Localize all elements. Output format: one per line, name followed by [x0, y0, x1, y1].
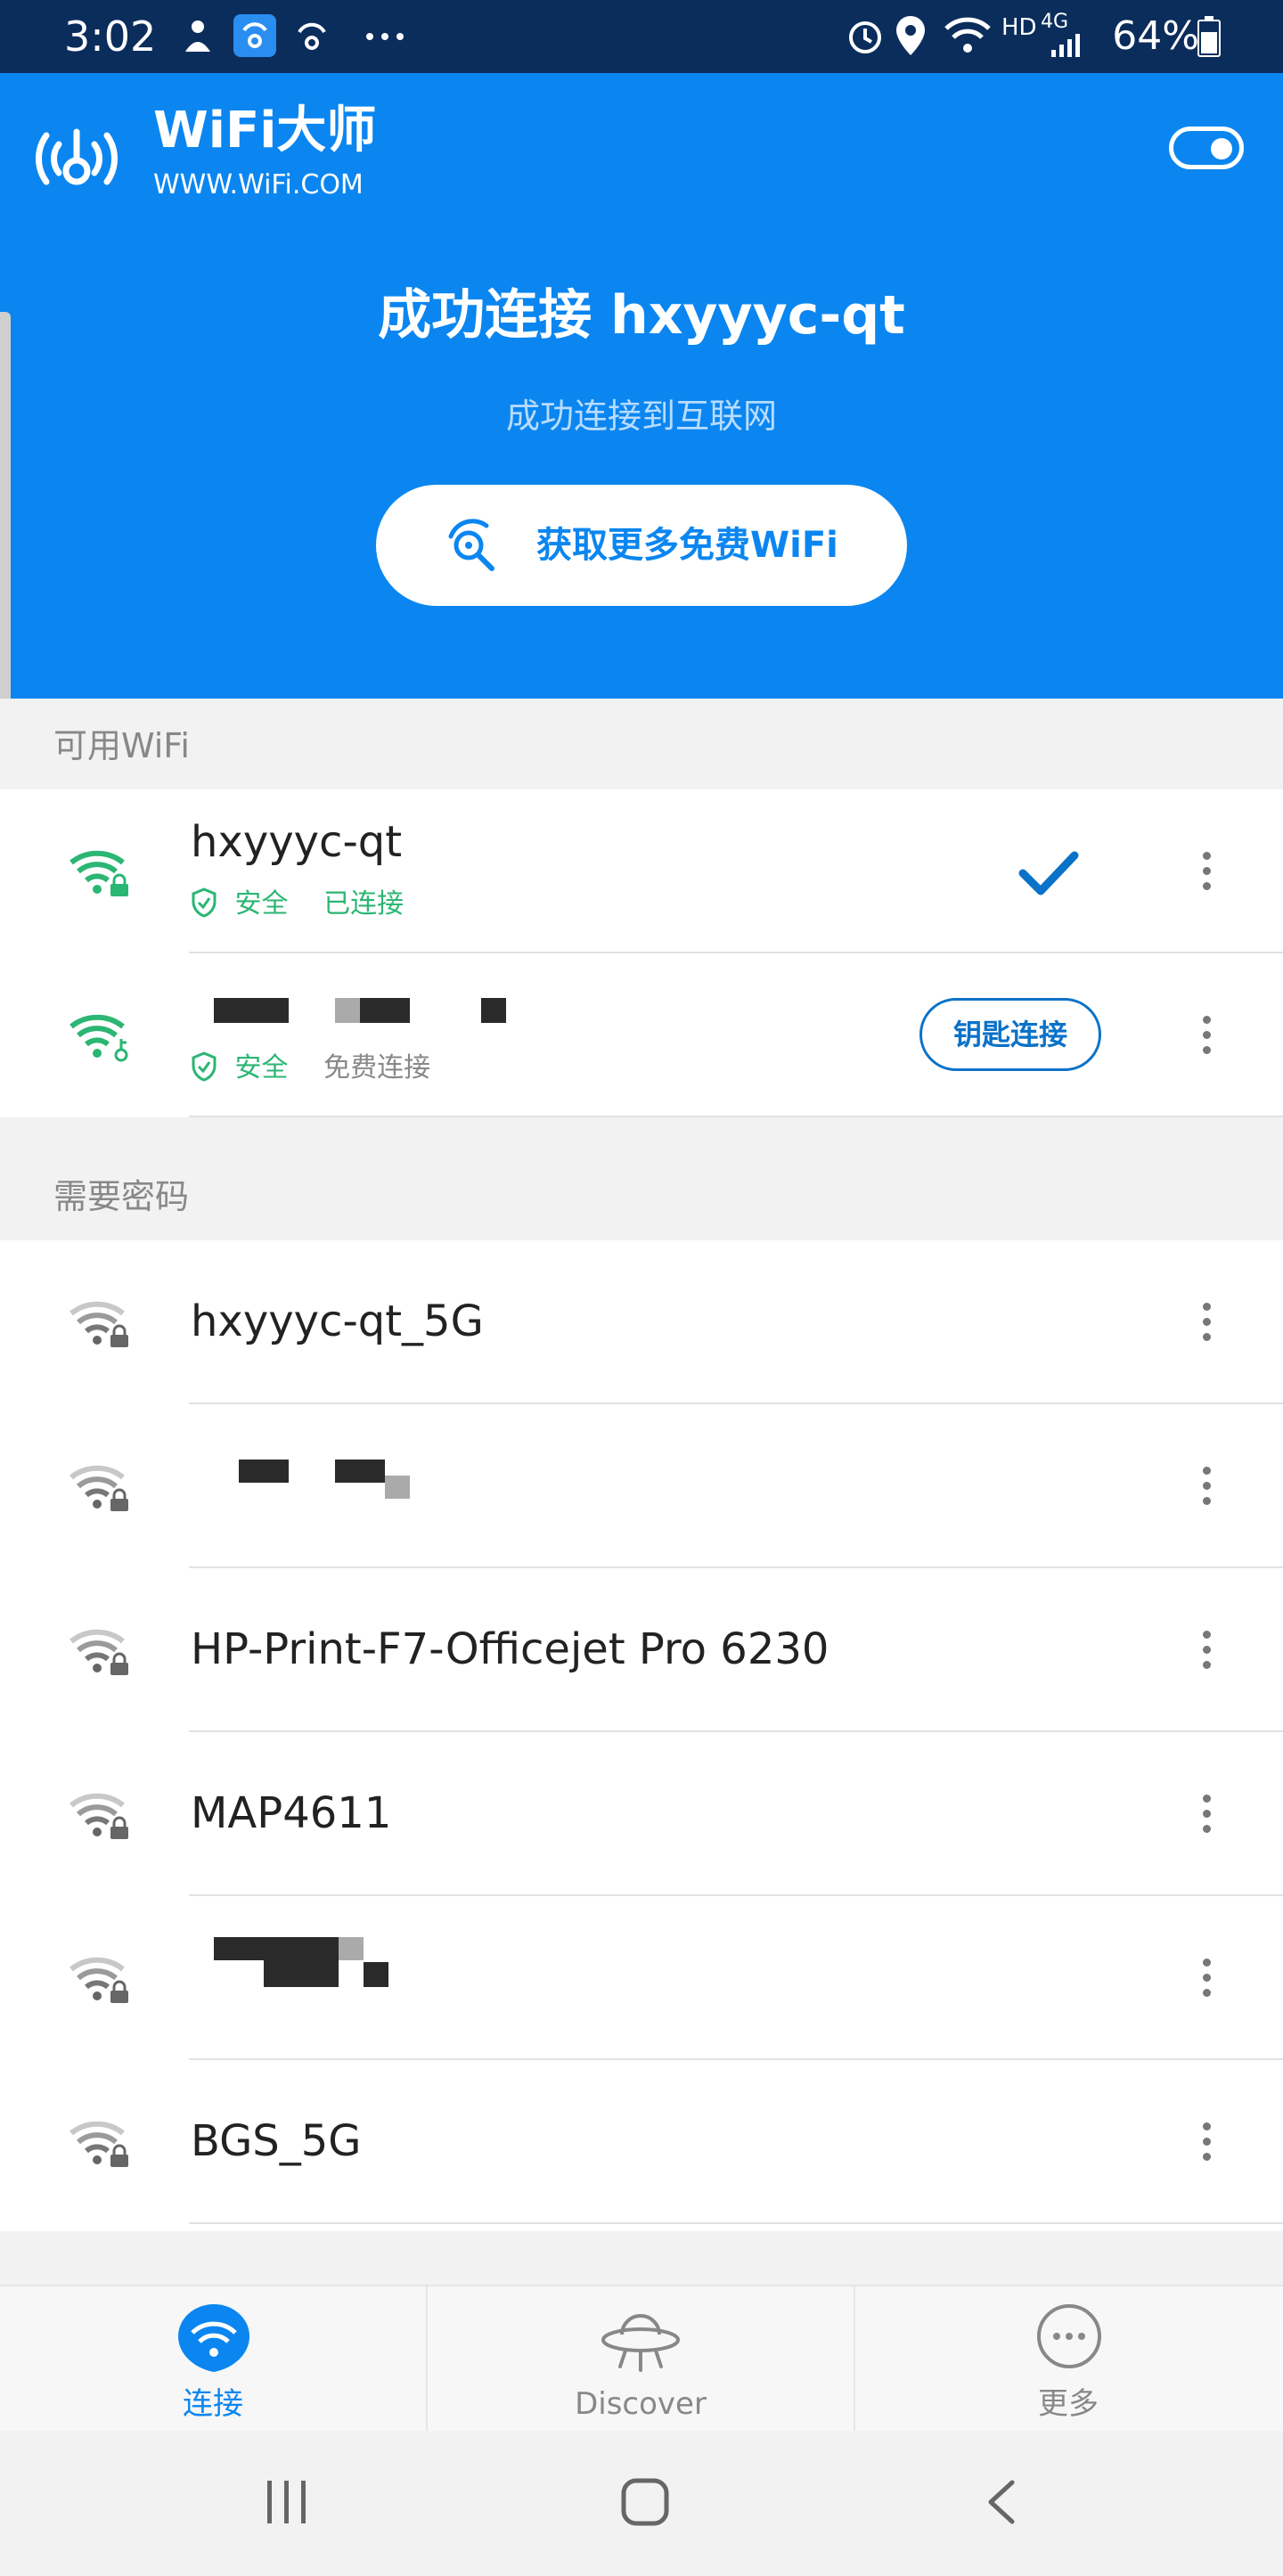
nav-connect[interactable]: 连接	[0, 2286, 426, 2433]
wifi-row-locked[interactable]: BGS_5G	[0, 2060, 1283, 2224]
wifi-lock-green-icon	[69, 850, 128, 896]
more-options-icon[interactable]	[1189, 1460, 1224, 1513]
redacted-ssid	[214, 1937, 264, 1960]
available-wifi-section-title: 可用WiFi	[0, 699, 1283, 789]
nav-discover[interactable]: Discover	[428, 2286, 854, 2433]
recent-apps-icon[interactable]	[264, 2479, 310, 2525]
wifi-row-locked[interactable]: hxyyyc-qt_5G	[0, 1240, 1283, 1404]
redacted-ssid	[214, 998, 289, 1023]
password-required-section-title: 需要密码	[0, 1149, 1283, 1240]
alarm-icon	[849, 21, 881, 53]
more-options-icon[interactable]	[1189, 1787, 1224, 1841]
nav-more[interactable]: 更多	[855, 2286, 1281, 2433]
row-divider	[189, 2222, 1283, 2224]
wifi-row-locked[interactable]: MAP4611	[0, 1732, 1283, 1896]
app-title: WiFi大师	[153, 102, 377, 159]
more-options-icon[interactable]	[1189, 845, 1224, 898]
network-type: HD	[1001, 14, 1037, 41]
nav-connect-label: 连接	[183, 2386, 243, 2422]
more-options-icon[interactable]	[1189, 1951, 1224, 2005]
wifi-row-locked[interactable]: HP-Print-F7-Officejet Pro 6230	[0, 1568, 1283, 1732]
wifi-lock-gray-icon	[69, 1957, 128, 2003]
battery-icon	[1197, 16, 1221, 57]
status-bar: 3:02 HD 4G 64%	[0, 0, 1283, 73]
connect-wifi-icon	[178, 2304, 249, 2372]
home-icon[interactable]	[620, 2477, 670, 2527]
more-dots-icon	[1037, 2304, 1101, 2368]
shield-check-icon	[192, 887, 217, 918]
wifi-toggle[interactable]	[1169, 127, 1244, 169]
redacted-ssid	[360, 998, 410, 1023]
wifi-master-status-icon-2	[298, 22, 326, 50]
status-time: 3:02	[64, 12, 157, 61]
more-options-icon[interactable]	[1189, 2115, 1224, 2169]
wifi-ssid: HP-Print-F7-Officejet Pro 6230	[191, 1624, 829, 1674]
more-options-icon[interactable]	[1189, 1296, 1224, 1349]
password-required-label: 需要密码	[53, 1177, 190, 1216]
wifi-row-free[interactable]: 安全 免费连接 钥匙连接	[0, 953, 1283, 1117]
wifi-signal-icon	[944, 17, 991, 53]
wifi-master-logo-icon	[36, 128, 118, 185]
redacted-ssid	[481, 998, 506, 1023]
wifi-ssid: hxyyyc-qt	[191, 817, 403, 867]
connection-subtitle: 成功连接到互联网	[505, 397, 777, 436]
cell-signal-icon	[1051, 34, 1080, 57]
wifi-status: 免费连接	[323, 1052, 431, 1084]
wifi-master-status-icon	[233, 14, 276, 57]
redacted-ssid	[364, 1962, 388, 1987]
redacted-ssid	[264, 1937, 339, 1987]
battery-percent: 64%	[1112, 13, 1199, 59]
shield-check-icon	[192, 1051, 217, 1082]
wifi-security: 安全	[234, 1052, 289, 1084]
more-options-icon[interactable]	[1189, 1009, 1224, 1062]
location-icon	[896, 16, 925, 55]
more-options-icon[interactable]	[1189, 1623, 1224, 1677]
notification-icon	[185, 20, 210, 52]
app-url: WWW.WiFi.COM	[153, 169, 364, 200]
wifi-search-icon	[448, 519, 494, 571]
wifi-row-locked[interactable]	[0, 1404, 1283, 1568]
redacted-ssid	[335, 1460, 385, 1483]
wifi-ssid: hxyyyc-qt_5G	[191, 1296, 484, 1346]
network-gen: 4G	[1041, 11, 1069, 33]
get-more-free-wifi-button[interactable]: 获取更多免费WiFi	[376, 485, 907, 606]
wifi-row-locked[interactable]	[0, 1896, 1283, 2060]
available-wifi-list: hxyyyc-qt 安全 已连接 安全 免费连接 钥匙连接	[0, 789, 1283, 1117]
wifi-row-connected[interactable]: hxyyyc-qt 安全 已连接	[0, 789, 1283, 953]
nav-discover-label: Discover	[575, 2386, 707, 2422]
redacted-ssid	[385, 1476, 410, 1499]
toggle-knob	[1211, 138, 1232, 159]
redacted-ssid	[339, 1937, 364, 1960]
wifi-lock-gray-icon	[69, 2121, 128, 2167]
wifi-lock-gray-icon	[69, 1629, 128, 1675]
more-notifications-icon	[366, 33, 404, 40]
get-more-free-wifi-label: 获取更多免费WiFi	[536, 525, 838, 566]
redacted-ssid	[239, 1460, 289, 1483]
wifi-key-green-icon	[69, 1014, 128, 1062]
row-divider	[189, 1116, 1283, 1117]
discover-ufo-icon	[601, 2314, 680, 2372]
bottom-navigation: 连接 Discover 更多	[0, 2285, 1283, 2433]
redacted-ssid	[335, 998, 360, 1023]
wifi-lock-gray-icon	[69, 1301, 128, 1347]
nav-more-label: 更多	[1038, 2386, 1099, 2422]
wifi-lock-gray-icon	[69, 1465, 128, 1511]
wifi-meta: 安全 免费连接	[191, 1050, 430, 1087]
available-wifi-label: 可用WiFi	[53, 726, 190, 765]
wifi-security: 安全	[234, 888, 289, 920]
wifi-status: 已连接	[323, 888, 405, 920]
wifi-ssid: MAP4611	[191, 1788, 392, 1838]
key-connect-button[interactable]: 钥匙连接	[919, 998, 1101, 1071]
header: WiFi大师 WWW.WiFi.COM 成功连接 hxyyyc-qt 成功连接到…	[0, 73, 1283, 699]
connected-check-icon	[1018, 851, 1079, 895]
wifi-lock-gray-icon	[69, 1793, 128, 1839]
wifi-meta: 安全 已连接	[191, 886, 404, 923]
connection-title: 成功连接 hxyyyc-qt	[378, 284, 905, 347]
back-icon[interactable]	[984, 2479, 1019, 2525]
system-navigation-bar	[0, 2431, 1283, 2576]
wifi-ssid: BGS_5G	[191, 2116, 362, 2166]
password-wifi-list: hxyyyc-qt_5G HP-Print-F7-Officejet Pro 62…	[0, 1240, 1283, 2231]
